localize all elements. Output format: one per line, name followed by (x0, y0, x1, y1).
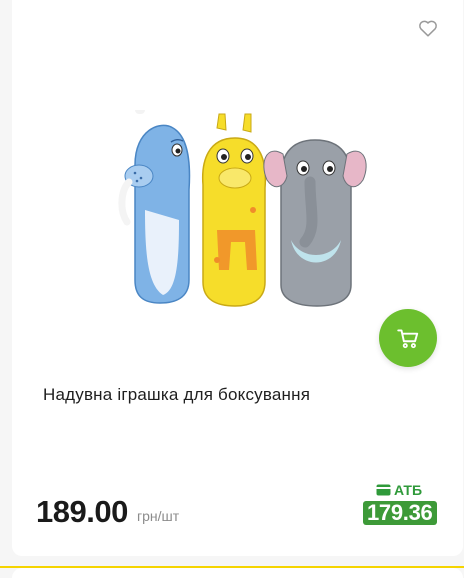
product-image[interactable] (105, 110, 367, 310)
product-card[interactable]: Надувна іграшка для боксування 189.00 гр… (12, 0, 463, 556)
seal-toy (118, 124, 191, 304)
promo-store-name: АТБ (394, 482, 423, 498)
next-product-card[interactable] (12, 568, 463, 578)
promo-store-label: АТБ (376, 482, 422, 498)
giraffe-toy (201, 113, 267, 307)
product-title[interactable]: Надувна іграшка для боксування (43, 385, 310, 405)
heart-outline-icon (419, 20, 437, 37)
favorite-button[interactable] (417, 17, 439, 39)
add-to-cart-button[interactable] (379, 309, 437, 367)
promo-price: 179.36 (363, 501, 437, 525)
price-unit: грн/шт (137, 508, 180, 524)
cart-icon (397, 329, 419, 349)
elephant-toy (263, 139, 367, 307)
product-price: 189.00 (36, 494, 128, 529)
wallet-card-icon (376, 484, 391, 496)
